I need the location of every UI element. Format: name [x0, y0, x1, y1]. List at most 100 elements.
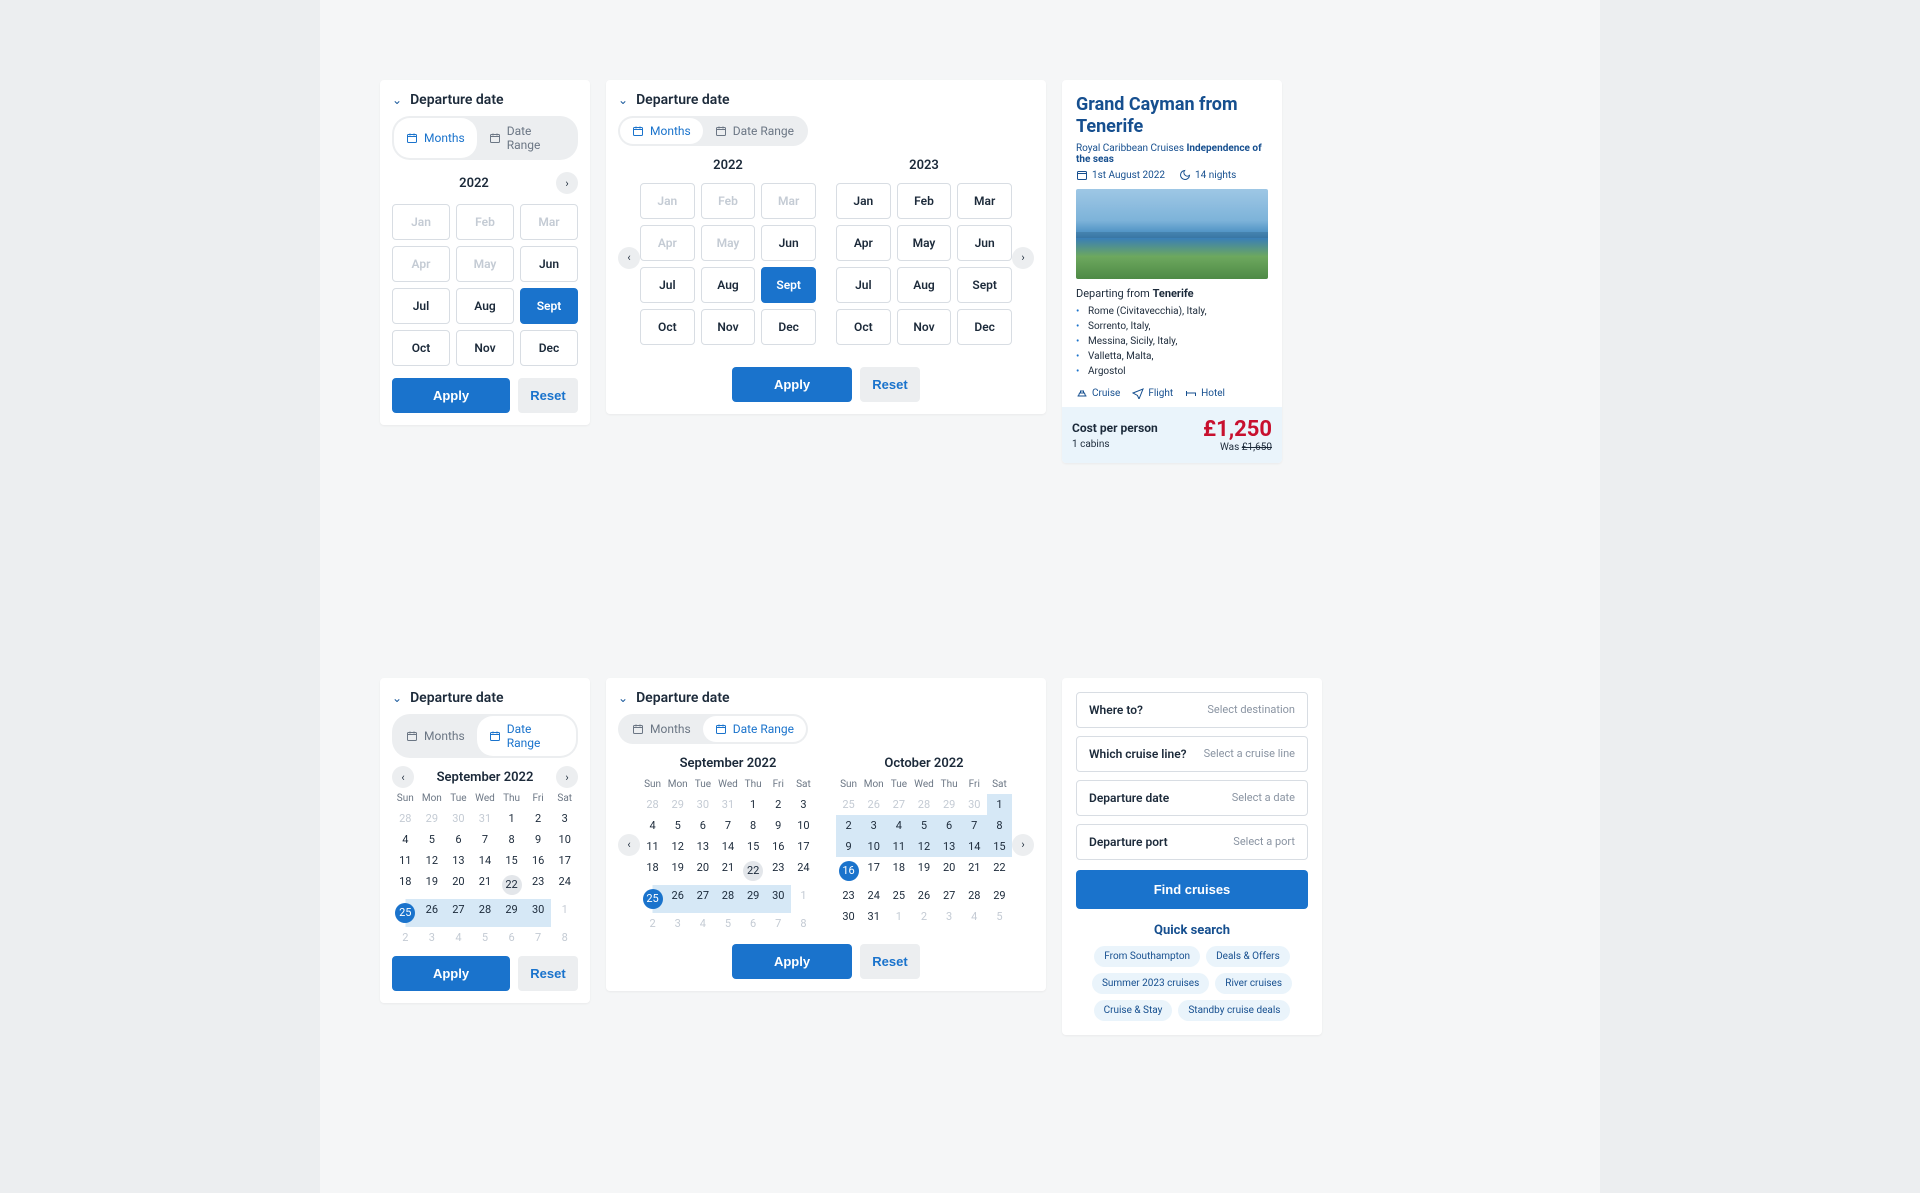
- day-cell[interactable]: 9: [836, 836, 861, 857]
- day-cell[interactable]: 12: [419, 850, 446, 871]
- day-cell[interactable]: 3: [419, 927, 446, 948]
- day-cell[interactable]: 3: [665, 913, 690, 934]
- day-cell[interactable]: 5: [911, 815, 936, 836]
- month-next-button[interactable]: ›: [556, 766, 578, 788]
- day-cell[interactable]: 19: [665, 857, 690, 885]
- chevron-down-icon[interactable]: ⌄: [392, 691, 402, 705]
- day-cell[interactable]: 3: [791, 794, 816, 815]
- day-cell[interactable]: 18: [640, 857, 665, 885]
- toggle-daterange[interactable]: Date Range: [477, 716, 576, 756]
- quick-search-chip[interactable]: Standby cruise deals: [1178, 1000, 1290, 1021]
- search-field[interactable]: Departure dateSelect a date: [1076, 780, 1308, 816]
- day-cell[interactable]: 17: [861, 857, 886, 885]
- day-cell[interactable]: 8: [741, 815, 766, 836]
- month-cell[interactable]: Jan: [836, 183, 891, 219]
- day-cell[interactable]: 23: [766, 857, 791, 885]
- search-field[interactable]: Which cruise line?Select a cruise line: [1076, 736, 1308, 772]
- month-cell[interactable]: Jul: [640, 267, 695, 303]
- day-cell[interactable]: 7: [766, 913, 791, 934]
- day-cell[interactable]: 4: [392, 829, 419, 850]
- day-cell[interactable]: 24: [861, 885, 886, 906]
- day-cell[interactable]: 10: [791, 815, 816, 836]
- month-cell[interactable]: Jul: [392, 288, 450, 324]
- day-cell[interactable]: 28: [392, 808, 419, 829]
- day-cell[interactable]: 25: [392, 899, 419, 927]
- day-cell[interactable]: 27: [886, 794, 911, 815]
- day-cell[interactable]: 4: [445, 927, 472, 948]
- reset-button[interactable]: Reset: [860, 944, 920, 979]
- day-cell[interactable]: 31: [861, 906, 886, 927]
- day-cell[interactable]: 7: [472, 829, 499, 850]
- day-cell[interactable]: 1: [987, 794, 1012, 815]
- day-cell[interactable]: 28: [472, 899, 499, 927]
- month-prev-button[interactable]: ‹: [618, 834, 640, 856]
- day-cell[interactable]: 1: [551, 899, 578, 927]
- day-cell[interactable]: 30: [525, 899, 552, 927]
- month-cell[interactable]: Nov: [701, 309, 756, 345]
- day-cell[interactable]: 6: [690, 815, 715, 836]
- day-cell[interactable]: 28: [911, 794, 936, 815]
- day-cell[interactable]: 7: [525, 927, 552, 948]
- month-cell[interactable]: Oct: [836, 309, 891, 345]
- day-cell[interactable]: 30: [962, 794, 987, 815]
- search-field[interactable]: Departure portSelect a port: [1076, 824, 1308, 860]
- month-cell[interactable]: Jun: [957, 225, 1012, 261]
- apply-button[interactable]: Apply: [392, 378, 510, 413]
- day-cell[interactable]: 29: [987, 885, 1012, 906]
- month-cell[interactable]: Mar: [957, 183, 1012, 219]
- day-cell[interactable]: 6: [445, 829, 472, 850]
- reset-button[interactable]: Reset: [860, 367, 920, 402]
- day-cell[interactable]: 26: [665, 885, 690, 913]
- day-cell[interactable]: 30: [445, 808, 472, 829]
- year-next-button[interactable]: ›: [1012, 247, 1034, 269]
- day-cell[interactable]: 20: [937, 857, 962, 885]
- day-cell[interactable]: 10: [551, 829, 578, 850]
- day-cell[interactable]: 2: [392, 927, 419, 948]
- day-cell[interactable]: 14: [715, 836, 740, 857]
- day-cell[interactable]: 8: [791, 913, 816, 934]
- month-cell[interactable]: Aug: [701, 267, 756, 303]
- day-cell[interactable]: 29: [741, 885, 766, 913]
- day-cell[interactable]: 30: [836, 906, 861, 927]
- day-cell[interactable]: 25: [886, 885, 911, 906]
- day-cell[interactable]: 1: [886, 906, 911, 927]
- day-cell[interactable]: 21: [715, 857, 740, 885]
- day-cell[interactable]: 11: [886, 836, 911, 857]
- month-prev-button[interactable]: ‹: [392, 766, 414, 788]
- quick-search-chip[interactable]: Summer 2023 cruises: [1092, 973, 1209, 994]
- day-cell[interactable]: 15: [741, 836, 766, 857]
- quick-search-chip[interactable]: River cruises: [1215, 973, 1292, 994]
- day-cell[interactable]: 1: [498, 808, 525, 829]
- day-cell[interactable]: 13: [445, 850, 472, 871]
- find-cruises-button[interactable]: Find cruises: [1076, 870, 1308, 909]
- day-cell[interactable]: 11: [640, 836, 665, 857]
- day-cell[interactable]: 27: [690, 885, 715, 913]
- month-cell[interactable]: May: [897, 225, 952, 261]
- apply-button[interactable]: Apply: [392, 956, 510, 991]
- day-cell[interactable]: 5: [419, 829, 446, 850]
- apply-button[interactable]: Apply: [732, 367, 852, 402]
- day-cell[interactable]: 5: [665, 815, 690, 836]
- day-cell[interactable]: 5: [715, 913, 740, 934]
- year-next-button[interactable]: ›: [556, 172, 578, 194]
- day-cell[interactable]: 30: [766, 885, 791, 913]
- day-cell[interactable]: 28: [962, 885, 987, 906]
- month-cell[interactable]: Jun: [761, 225, 816, 261]
- day-cell[interactable]: 18: [886, 857, 911, 885]
- day-cell[interactable]: 5: [987, 906, 1012, 927]
- day-cell[interactable]: 17: [551, 850, 578, 871]
- day-cell[interactable]: 15: [498, 850, 525, 871]
- day-cell[interactable]: 28: [715, 885, 740, 913]
- month-cell[interactable]: Aug: [897, 267, 952, 303]
- day-cell[interactable]: 14: [962, 836, 987, 857]
- day-cell[interactable]: 4: [640, 815, 665, 836]
- day-cell[interactable]: 9: [766, 815, 791, 836]
- day-cell[interactable]: 2: [766, 794, 791, 815]
- month-cell[interactable]: Apr: [836, 225, 891, 261]
- day-cell[interactable]: 7: [962, 815, 987, 836]
- day-cell[interactable]: 10: [861, 836, 886, 857]
- toggle-months[interactable]: Months: [620, 716, 703, 742]
- day-cell[interactable]: 3: [551, 808, 578, 829]
- day-cell[interactable]: 17: [791, 836, 816, 857]
- toggle-months[interactable]: Months: [394, 118, 477, 158]
